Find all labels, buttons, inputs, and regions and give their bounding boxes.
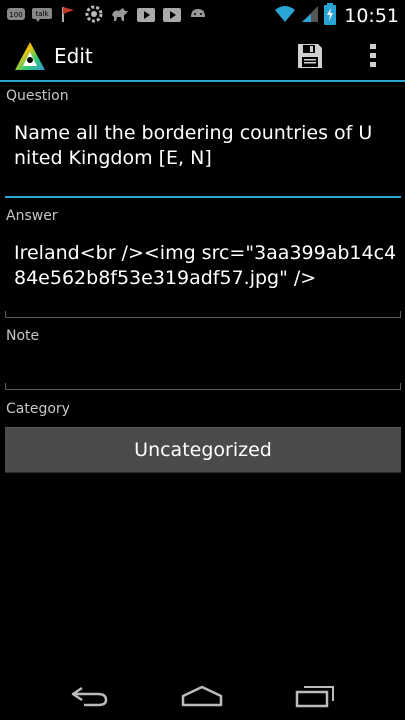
back-button[interactable] [60,680,120,712]
play-store-icon-2 [162,4,182,24]
status-bar: 100 talk 10:51 [0,0,405,30]
answer-text: Ireland<br /><img src="3aa399ab14c484e56… [14,242,397,289]
overflow-menu-icon [370,44,376,67]
clock: 10:51 [344,5,399,27]
signal-icon [300,4,320,28]
talk-notification-icon: talk [32,4,52,24]
app-logo-icon[interactable] [13,40,47,72]
action-bar: Edit [0,30,405,82]
note-label: Note [6,328,40,344]
animal-icon [110,4,130,24]
svg-text:100: 100 [9,11,22,19]
question-field[interactable]: Name all the bordering countries of Unit… [5,108,401,198]
back-icon [71,686,108,707]
page-title: Edit [54,44,93,68]
category-label: Category [6,401,70,417]
answer-field-underline [5,317,401,318]
home-button[interactable] [172,680,232,712]
answer-label: Answer [6,208,58,224]
save-icon [298,44,322,68]
save-button[interactable] [290,38,330,74]
battery-charging-icon [324,3,337,29]
play-store-icon [136,4,156,24]
question-field-underline [5,196,401,198]
wifi-icon [274,4,296,28]
category-button[interactable]: Uncategorized [5,427,401,473]
note-field[interactable] [5,350,401,390]
note-field-corner-left [5,383,6,390]
note-field-corner-right [400,383,401,390]
answer-field-corner-left [5,311,6,318]
home-icon [181,685,223,707]
question-text: Name all the bordering countries of Unit… [14,122,373,169]
answer-field[interactable]: Ireland<br /><img src="3aa399ab14c484e56… [5,228,401,318]
android-icon [188,4,208,24]
battery-100-notification-icon: 100 [6,4,26,24]
recent-apps-button[interactable] [285,680,345,712]
recent-apps-icon [295,686,334,708]
svg-text:talk: talk [35,10,49,18]
navigation-bar [0,672,405,720]
question-label: Question [6,88,69,104]
answer-field-corner-right [400,311,401,318]
overflow-menu-button[interactable] [355,38,391,74]
flag-icon [58,4,78,24]
system-status: 10:51 [274,3,399,29]
gear-notification-icon [84,4,104,24]
notification-icons: 100 talk [6,4,208,24]
note-field-underline [5,389,401,390]
action-bar-divider [0,80,405,82]
